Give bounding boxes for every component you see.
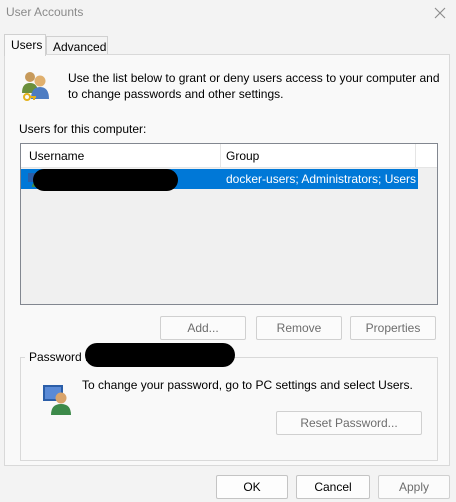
- ok-button[interactable]: OK: [216, 475, 288, 499]
- users-listview[interactable]: Username Group docker-users; Administrat…: [20, 143, 438, 305]
- users-tab-panel: Use the list below to grant or deny user…: [4, 54, 450, 466]
- title-bar: User Accounts: [0, 0, 456, 26]
- window-title: User Accounts: [6, 5, 84, 19]
- redacted-username-title: [85, 343, 235, 367]
- remove-button[interactable]: Remove: [256, 316, 342, 340]
- reset-password-button[interactable]: Reset Password...: [276, 411, 422, 435]
- users-icon: [22, 72, 49, 101]
- users-list-label: Users for this computer:: [19, 122, 147, 136]
- password-groupbox: [20, 357, 438, 461]
- redacted-username: [33, 169, 178, 191]
- list-header: Username Group: [21, 144, 437, 168]
- add-button[interactable]: Add...: [160, 316, 246, 340]
- password-groupbox-title: Password f: [25, 349, 93, 365]
- close-icon: [434, 7, 446, 19]
- cancel-button[interactable]: Cancel: [296, 475, 370, 499]
- column-header-group[interactable]: Group: [221, 144, 416, 168]
- table-row[interactable]: docker-users; Administrators; Users: [21, 169, 418, 191]
- apply-button[interactable]: Apply: [378, 475, 450, 499]
- tab-advanced[interactable]: Advanced: [46, 36, 108, 56]
- intro-text: Use the list below to grant or deny user…: [68, 71, 440, 101]
- tab-users[interactable]: Users: [4, 34, 46, 56]
- column-header-username[interactable]: Username: [21, 144, 221, 168]
- properties-button[interactable]: Properties: [350, 316, 436, 340]
- row-group-value: docker-users; Administrators; Users: [226, 172, 417, 186]
- password-user-icon: [43, 385, 71, 415]
- password-info-text: To change your password, go to PC settin…: [82, 378, 413, 392]
- close-button[interactable]: [426, 0, 454, 26]
